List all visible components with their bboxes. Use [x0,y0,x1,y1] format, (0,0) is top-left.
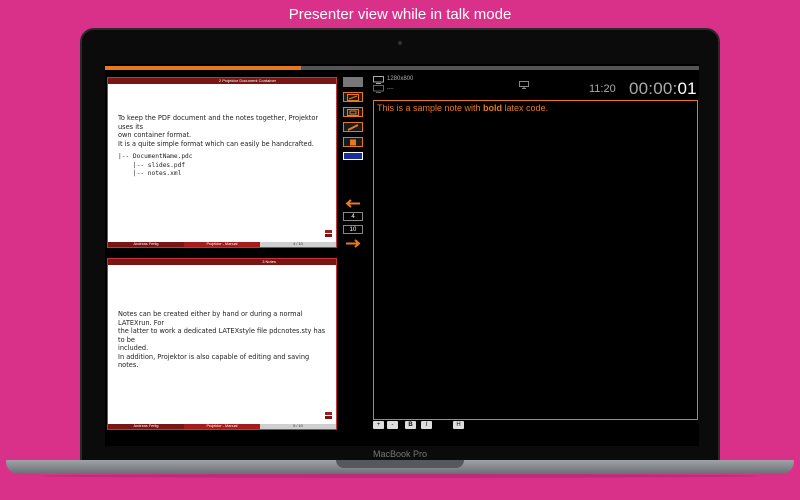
laptop-shadow [40,474,760,478]
timer-main: 00:00: [629,79,678,98]
slide-body: To keep the PDF document and the notes t… [108,84,336,185]
talk-timer[interactable]: 00:00:01 [629,79,697,99]
note-text-bold: bold [483,103,503,113]
slide-text-line: In addition, Projektor is also capable o… [118,352,310,370]
select-tool-icon[interactable] [343,77,363,87]
status-bar: 1280x800 ---- 11:20 00:00:01 [371,74,697,98]
decrease-font-button[interactable]: - [387,421,398,429]
footer-title: Projektor - Manual [184,242,260,247]
slide-text-line: Notes can be created either by hand or d… [118,310,303,327]
color-swatch[interactable] [343,152,363,160]
previous-arrow-icon[interactable] [343,198,363,208]
slide-logo-icon [325,412,332,420]
footer-author: Andreas Fertig [108,424,184,429]
secondary-resolution-label: ---- [387,86,394,92]
next-slide-preview[interactable]: 3 Notes Notes can be created either by h… [107,258,337,430]
code-line: |-- slides.pdf [118,161,186,169]
slide-text-line: included. [118,344,149,352]
resolution-label: 1280x800 [387,76,414,82]
note-text-before: This is a sample note with [377,103,484,113]
footer-title: Projektor - Manual [184,424,260,429]
progress-bar [105,66,699,70]
marker-tool-icon[interactable] [343,137,363,147]
presenter-screen: 2 Projektor Document Container To keep t… [105,64,699,446]
laptop-notch [336,460,464,468]
progress-fill [105,66,302,70]
rect-tool-icon[interactable] [343,107,363,117]
device-label: MacBook Pro [372,449,428,459]
page-caption: Presenter view while in talk mode [288,6,512,23]
current-slide-preview[interactable]: 2 Projektor Document Container To keep t… [107,77,337,248]
italic-button[interactable]: I [421,421,432,429]
notes-editor[interactable]: This is a sample note with bold latex co… [373,100,698,420]
increase-font-button[interactable]: + [373,421,384,429]
code-line: |-- notes.xml [118,170,182,177]
note-text-after: latex code. [502,103,549,113]
slide-text-line: To keep the PDF document and the notes t… [118,114,319,131]
timer-seconds: 01 [677,79,697,98]
total-slides-number: 10 [343,225,363,234]
tool-palette [343,77,365,165]
slide-footer: Andreas Fertig Projektor - Manual 4 / 10 [108,242,336,247]
slide-body: Notes can be created either by hand or d… [108,265,336,376]
screen-mirror-icon[interactable] [519,81,529,91]
heading-button[interactable]: H [453,421,464,429]
footer-page: 5 / 10 [260,424,336,429]
note-text: This is a sample note with bold latex co… [377,103,694,113]
code-line: |-- DocumentName.pdc [118,153,193,160]
footer-author: Andreas Fertig [108,242,184,247]
monitor-secondary-icon [373,85,384,95]
slide-text-line: the latter to work a dedicated LATEXstyl… [118,327,326,344]
slide-tool-icon[interactable] [343,92,363,102]
slide-text-line: own container format. [118,131,192,139]
slide-logo-icon [325,230,332,238]
current-slide-number[interactable]: 4 [343,212,363,221]
pen-tool-icon[interactable] [343,122,363,132]
slide-text-line: It is a quite simple format which can ea… [118,139,314,148]
slide-footer: Andreas Fertig Projektor - Manual 5 / 10 [108,424,336,429]
next-arrow-icon[interactable] [343,238,363,248]
clock-time: 11:20 [589,83,616,95]
slide-navigation: 4 10 [343,198,365,248]
bold-button[interactable]: B [405,421,416,429]
footer-page: 4 / 10 [260,242,336,247]
camera-dot [398,41,402,45]
